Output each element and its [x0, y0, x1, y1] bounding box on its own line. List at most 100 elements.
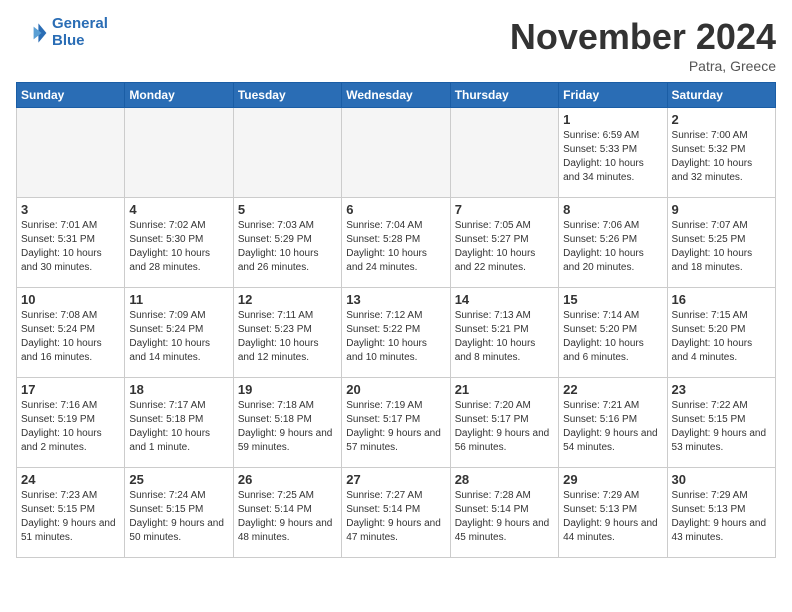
day-info: Sunrise: 7:05 AM Sunset: 5:27 PM Dayligh… [455, 219, 554, 275]
day-info: Sunrise: 7:09 AM Sunset: 5:24 PM Dayligh… [129, 309, 228, 365]
title-block: November 2024 Patra, Greece [510, 16, 776, 74]
logo-icon [16, 17, 48, 49]
calendar-cell: 9Sunrise: 7:07 AM Sunset: 5:25 PM Daylig… [667, 198, 775, 288]
day-info: Sunrise: 7:24 AM Sunset: 5:15 PM Dayligh… [129, 489, 228, 545]
day-number: 29 [563, 472, 662, 487]
calendar-cell: 2 Sunrise: 7:00 AM Sunset: 5:32 PM Daylig… [667, 108, 775, 198]
calendar-cell: 30 Sunrise: 7:29 AM Sunset: 5:13 PM Dayli… [667, 468, 775, 558]
day-number: 21 [455, 382, 554, 397]
weekday-header: Sunday [17, 83, 125, 108]
day-info: Sunrise: 7:00 AM Sunset: 5:32 PM Dayligh… [672, 129, 771, 185]
day-number: 10 [21, 292, 120, 307]
calendar-week-row: 24 Sunrise: 7:23 AM Sunset: 5:15 PM Dayli… [17, 468, 776, 558]
calendar-cell: 19Sunrise: 7:18 AM Sunset: 5:18 PM Dayli… [233, 378, 341, 468]
day-number: 4 [129, 202, 228, 217]
calendar-cell: 14 Sunrise: 7:13 AM Sunset: 5:21 PM Dayli… [450, 288, 558, 378]
day-number: 11 [129, 292, 228, 307]
day-number: 28 [455, 472, 554, 487]
calendar-cell: 3 Sunrise: 7:01 AM Sunset: 5:31 PM Daylig… [17, 198, 125, 288]
day-number: 26 [238, 472, 337, 487]
weekday-header: Thursday [450, 83, 558, 108]
calendar-week-row: 1 Sunrise: 6:59 AM Sunset: 5:33 PM Daylig… [17, 108, 776, 198]
day-number: 1 [563, 112, 662, 127]
day-number: 25 [129, 472, 228, 487]
day-info: Sunrise: 7:25 AM Sunset: 5:14 PM Dayligh… [238, 489, 337, 545]
calendar-cell: 17Sunrise: 7:16 AM Sunset: 5:19 PM Dayli… [17, 378, 125, 468]
day-info: Sunrise: 7:13 AM Sunset: 5:21 PM Dayligh… [455, 309, 554, 365]
day-number: 7 [455, 202, 554, 217]
calendar-cell [125, 108, 233, 198]
day-number: 19 [238, 382, 337, 397]
day-number: 23 [672, 382, 771, 397]
calendar-cell: 22Sunrise: 7:21 AM Sunset: 5:16 PM Dayli… [559, 378, 667, 468]
day-number: 27 [346, 472, 445, 487]
logo: General Blue [16, 16, 108, 49]
day-number: 3 [21, 202, 120, 217]
calendar-cell: 11 Sunrise: 7:09 AM Sunset: 5:24 PM Dayli… [125, 288, 233, 378]
calendar-cell: 28 Sunrise: 7:28 AM Sunset: 5:14 PM Dayli… [450, 468, 558, 558]
day-info: Sunrise: 6:59 AM Sunset: 5:33 PM Dayligh… [563, 129, 662, 185]
calendar-cell: 7 Sunrise: 7:05 AM Sunset: 5:27 PM Daylig… [450, 198, 558, 288]
day-info: Sunrise: 7:16 AM Sunset: 5:19 PM Dayligh… [21, 399, 120, 455]
day-number: 6 [346, 202, 445, 217]
day-number: 14 [455, 292, 554, 307]
day-number: 18 [129, 382, 228, 397]
calendar-cell: 13 Sunrise: 7:12 AM Sunset: 5:22 PM Dayli… [342, 288, 450, 378]
calendar-cell: 23 Sunrise: 7:22 AM Sunset: 5:15 PM Dayli… [667, 378, 775, 468]
day-number: 30 [672, 472, 771, 487]
weekday-header: Friday [559, 83, 667, 108]
day-number: 9 [672, 202, 771, 217]
calendar-cell: 15Sunrise: 7:14 AM Sunset: 5:20 PM Dayli… [559, 288, 667, 378]
day-info: Sunrise: 7:19 AM Sunset: 5:17 PM Dayligh… [346, 399, 445, 455]
calendar-cell: 21 Sunrise: 7:20 AM Sunset: 5:17 PM Dayli… [450, 378, 558, 468]
calendar-cell: 12 Sunrise: 7:11 AM Sunset: 5:23 PM Dayli… [233, 288, 341, 378]
calendar-cell: 10 Sunrise: 7:08 AM Sunset: 5:24 PM Dayli… [17, 288, 125, 378]
weekday-header: Wednesday [342, 83, 450, 108]
calendar-cell: 25 Sunrise: 7:24 AM Sunset: 5:15 PM Dayli… [125, 468, 233, 558]
day-info: Sunrise: 7:11 AM Sunset: 5:23 PM Dayligh… [238, 309, 337, 365]
calendar-cell: 4 Sunrise: 7:02 AM Sunset: 5:30 PM Daylig… [125, 198, 233, 288]
weekday-header: Tuesday [233, 83, 341, 108]
day-number: 8 [563, 202, 662, 217]
weekday-header: Monday [125, 83, 233, 108]
day-info: Sunrise: 7:02 AM Sunset: 5:30 PM Dayligh… [129, 219, 228, 275]
day-info: Sunrise: 7:14 AM Sunset: 5:20 PM Dayligh… [563, 309, 662, 365]
day-info: Sunrise: 7:15 AM Sunset: 5:20 PM Dayligh… [672, 309, 771, 365]
day-number: 5 [238, 202, 337, 217]
weekday-header-row: SundayMondayTuesdayWednesdayThursdayFrid… [17, 83, 776, 108]
calendar-cell [17, 108, 125, 198]
day-number: 13 [346, 292, 445, 307]
day-number: 2 [672, 112, 771, 127]
month-title: November 2024 [510, 16, 776, 58]
calendar-cell: 1 Sunrise: 6:59 AM Sunset: 5:33 PM Daylig… [559, 108, 667, 198]
day-number: 20 [346, 382, 445, 397]
day-info: Sunrise: 7:12 AM Sunset: 5:22 PM Dayligh… [346, 309, 445, 365]
day-info: Sunrise: 7:22 AM Sunset: 5:15 PM Dayligh… [672, 399, 771, 455]
day-info: Sunrise: 7:08 AM Sunset: 5:24 PM Dayligh… [21, 309, 120, 365]
day-info: Sunrise: 7:23 AM Sunset: 5:15 PM Dayligh… [21, 489, 120, 545]
day-info: Sunrise: 7:27 AM Sunset: 5:14 PM Dayligh… [346, 489, 445, 545]
day-info: Sunrise: 7:20 AM Sunset: 5:17 PM Dayligh… [455, 399, 554, 455]
calendar: SundayMondayTuesdayWednesdayThursdayFrid… [16, 82, 776, 558]
calendar-week-row: 17Sunrise: 7:16 AM Sunset: 5:19 PM Dayli… [17, 378, 776, 468]
calendar-cell: 26 Sunrise: 7:25 AM Sunset: 5:14 PM Dayli… [233, 468, 341, 558]
logo-text: General Blue [52, 16, 108, 49]
day-info: Sunrise: 7:28 AM Sunset: 5:14 PM Dayligh… [455, 489, 554, 545]
calendar-cell: 24 Sunrise: 7:23 AM Sunset: 5:15 PM Dayli… [17, 468, 125, 558]
day-number: 12 [238, 292, 337, 307]
location: Patra, Greece [510, 58, 776, 74]
page-header: General Blue November 2024 Patra, Greece [16, 16, 776, 74]
day-info: Sunrise: 7:17 AM Sunset: 5:18 PM Dayligh… [129, 399, 228, 455]
calendar-cell [233, 108, 341, 198]
day-info: Sunrise: 7:29 AM Sunset: 5:13 PM Dayligh… [672, 489, 771, 545]
calendar-cell: 18 Sunrise: 7:17 AM Sunset: 5:18 PM Dayli… [125, 378, 233, 468]
day-info: Sunrise: 7:06 AM Sunset: 5:26 PM Dayligh… [563, 219, 662, 275]
calendar-cell: 16Sunrise: 7:15 AM Sunset: 5:20 PM Dayli… [667, 288, 775, 378]
calendar-cell: 29Sunrise: 7:29 AM Sunset: 5:13 PM Dayli… [559, 468, 667, 558]
day-number: 24 [21, 472, 120, 487]
calendar-cell: 6Sunrise: 7:04 AM Sunset: 5:28 PM Daylig… [342, 198, 450, 288]
calendar-cell [450, 108, 558, 198]
day-info: Sunrise: 7:01 AM Sunset: 5:31 PM Dayligh… [21, 219, 120, 275]
calendar-cell: 8 Sunrise: 7:06 AM Sunset: 5:26 PM Daylig… [559, 198, 667, 288]
calendar-cell [342, 108, 450, 198]
